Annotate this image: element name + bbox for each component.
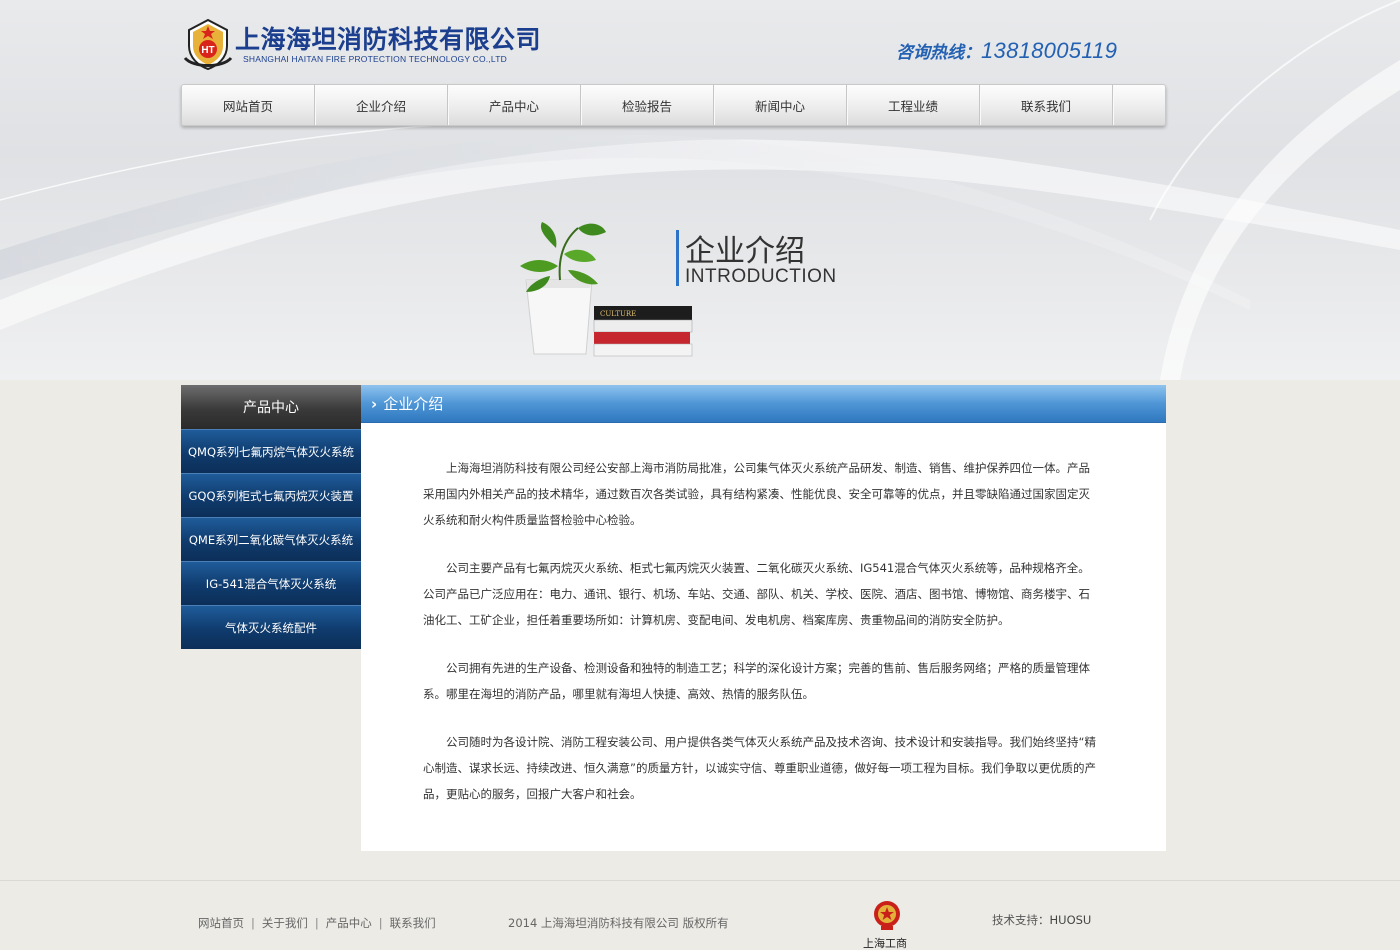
- sidebar-item-qmq[interactable]: QMQ系列七氟丙烷气体灭火系统: [181, 429, 361, 473]
- footer-links: 网站首页 | 关于我们 | 产品中心 | 联系我们: [198, 915, 436, 931]
- section-titlebar: › 企业介绍: [361, 385, 1166, 423]
- copyright: 2014 上海海坦消防科技有限公司 版权所有: [508, 916, 729, 930]
- nav-item-about[interactable]: 企业介绍: [315, 85, 448, 125]
- footer-link-contact[interactable]: 联系我们: [390, 916, 436, 930]
- sidebar-item-qme[interactable]: QME系列二氧化碳气体灭火系统: [181, 517, 361, 561]
- footer: 网站首页 | 关于我们 | 产品中心 | 联系我们 2014 上海海坦消防科技有限公司 版权…: [0, 880, 1400, 950]
- intro-text: 上海海坦消防科技有限公司经公安部上海市消防局批准，公司集气体灭火系统产品研发、制…: [423, 455, 1099, 829]
- company-name-cn: 上海海坦消防科技有限公司: [235, 25, 542, 54]
- footer-link-home[interactable]: 网站首页: [198, 916, 244, 930]
- sidebar-item-ig541[interactable]: IG-541混合气体灭火系统: [181, 561, 361, 605]
- header-banner: HT 上海海坦消防科技有限公司 SHANGHAI HAITAN FIRE PRO…: [0, 0, 1400, 380]
- section-title: 企业介绍: [383, 395, 444, 413]
- banner-title-en: INTRODUCTION: [685, 266, 837, 287]
- hotline-label: 咨询热线：: [896, 43, 981, 62]
- sidebar-item-gqq[interactable]: GQQ系列柜式七氟丙烷灭火装置: [181, 473, 361, 517]
- footer-separator: |: [378, 916, 383, 930]
- footer-link-products[interactable]: 产品中心: [326, 916, 372, 930]
- business-license-emblem-icon[interactable]: [872, 899, 902, 931]
- logo-badge-icon: HT: [183, 18, 233, 70]
- hotline-number: 13818005119: [981, 38, 1118, 63]
- main-nav: 网站首页 企业介绍 产品中心 检验报告 新闻中心 工程业绩 联系我们: [181, 84, 1166, 126]
- tech-support: 技术支持：HUOSU: [992, 912, 1091, 928]
- chevron-right-icon: ›: [371, 394, 378, 413]
- company-logo[interactable]: HT 上海海坦消防科技有限公司 SHANGHAI HAITAN FIRE PRO…: [183, 16, 553, 72]
- support-value[interactable]: HUOSU: [1050, 913, 1092, 927]
- nav-item-reports[interactable]: 检验报告: [581, 85, 714, 125]
- company-name-en: SHANGHAI HAITAN FIRE PROTECTION TECHNOLO…: [243, 54, 507, 64]
- main-content: › 企业介绍 上海海坦消防科技有限公司经公安部上海市消防局批准，公司集气体灭火系…: [361, 385, 1166, 851]
- footer-link-about[interactable]: 关于我们: [262, 916, 308, 930]
- footer-separator: |: [314, 916, 319, 930]
- emblem-label: 上海工商: [863, 937, 907, 950]
- hotline: 咨询热线：13818005119: [896, 38, 1117, 64]
- nav-item-contact[interactable]: 联系我们: [980, 85, 1113, 125]
- sidebar-item-accessories[interactable]: 气体灭火系统配件: [181, 605, 361, 649]
- footer-separator: |: [251, 916, 255, 930]
- sidebar-heading: 产品中心: [181, 385, 361, 429]
- sidebar: 产品中心 QMQ系列七氟丙烷气体灭火系统 GQQ系列柜式七氟丙烷灭火装置 QME…: [181, 385, 361, 649]
- paragraph: 公司主要产品有七氟丙烷灭火系统、柜式七氟丙烷灭火装置、二氧化碳灭火系统、IG54…: [423, 561, 1090, 627]
- logo-letters: HT: [201, 45, 214, 56]
- nav-item-home[interactable]: 网站首页: [182, 85, 315, 125]
- support-label: 技术支持：: [992, 913, 1050, 927]
- nav-item-news[interactable]: 新闻中心: [714, 85, 847, 125]
- paragraph: 公司随时为各设计院、消防工程安装公司、用户提供各类气体灭火系统产品及技术咨询、技…: [423, 735, 1096, 801]
- banner-title-cn: 企业介绍: [685, 234, 805, 269]
- book-spine-text: CULTURE: [600, 310, 636, 318]
- paragraph: 上海海坦消防科技有限公司经公安部上海市消防局批准，公司集气体灭火系统产品研发、制…: [423, 461, 1090, 527]
- nav-item-products[interactable]: 产品中心: [448, 85, 581, 125]
- nav-item-projects[interactable]: 工程业绩: [847, 85, 980, 125]
- paragraph: 公司拥有先进的生产设备、检测设备和独特的制造工艺；科学的深化设计方案；完善的售前…: [423, 661, 1090, 701]
- banner-accent-bar: [676, 230, 679, 286]
